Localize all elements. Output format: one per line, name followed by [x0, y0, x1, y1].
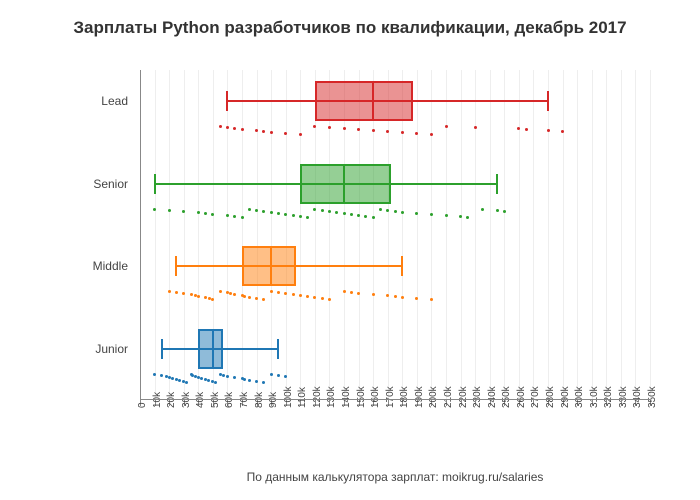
x-axis-label: По данным калькулятора зарплат: moikrug.…	[140, 470, 650, 484]
x-tick-label: 200k	[428, 386, 439, 408]
y-tick-label: Junior	[68, 342, 128, 356]
x-tick-label: 290k	[560, 386, 571, 408]
x-tick-label: 210k	[443, 386, 454, 408]
x-tick-label: 120k	[312, 386, 323, 408]
x-tick-label: 230k	[472, 386, 483, 408]
x-tick-label: 270k	[530, 386, 541, 408]
chart-title: Зарплаты Python разработчиков по квалифи…	[0, 0, 700, 38]
y-tick-label: Senior	[68, 177, 128, 191]
x-tick-label: 300k	[574, 386, 585, 408]
x-tick-label: 180k	[399, 386, 410, 408]
x-tick-label: 0	[137, 402, 148, 408]
x-tick-label: 140k	[341, 386, 352, 408]
x-tick-label: 330k	[618, 386, 629, 408]
box-senior	[300, 164, 391, 204]
box-junior	[198, 329, 223, 369]
x-tick-label: 250k	[501, 386, 512, 408]
box-middle	[242, 246, 296, 286]
x-tick-label: 100k	[283, 386, 294, 408]
x-tick-label: 130k	[326, 386, 337, 408]
box-lead	[315, 81, 413, 121]
x-tick-label: 340k	[632, 386, 643, 408]
x-tick-label: 350k	[647, 386, 658, 408]
x-tick-label: 260k	[516, 386, 527, 408]
plot-area: 010k20k30k40k50k60k70k80k90k100k110k120k…	[140, 70, 650, 400]
x-tick-label: 160k	[370, 386, 381, 408]
x-tick-label: 310k	[589, 386, 600, 408]
x-tick-label: 220k	[458, 386, 469, 408]
chart-container: Зарплаты Python разработчиков по квалифи…	[0, 0, 700, 500]
x-tick-label: 280k	[545, 386, 556, 408]
x-tick-label: 150k	[356, 386, 367, 408]
x-tick-label: 320k	[603, 386, 614, 408]
y-tick-label: Middle	[68, 259, 128, 273]
x-tick-label: 240k	[487, 386, 498, 408]
y-tick-label: Lead	[68, 94, 128, 108]
x-tick-label: 170k	[385, 386, 396, 408]
x-tick-label: 110k	[297, 387, 308, 408]
x-tick-label: 190k	[414, 386, 425, 408]
